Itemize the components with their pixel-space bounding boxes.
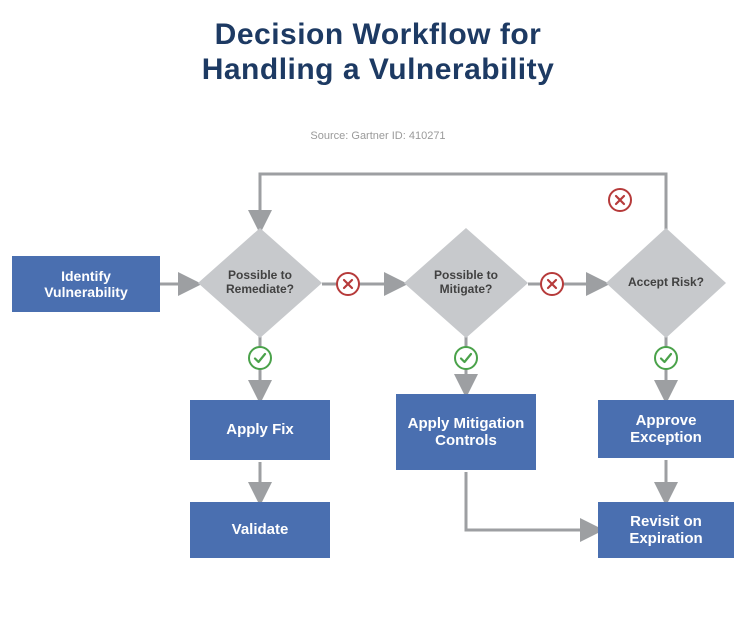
source-line: Source: Gartner ID: 410271 — [0, 130, 756, 142]
node-apply-fix-label: Apply Fix — [226, 421, 294, 438]
node-remediate-decision: Possible to Remediate? — [198, 228, 322, 338]
x-icon — [540, 272, 564, 296]
title-line-1: Decision Workflow for — [215, 18, 542, 51]
node-revisit: Revisit on Expiration — [598, 502, 734, 558]
checkmark-icon — [654, 346, 678, 370]
node-validate-label: Validate — [232, 521, 289, 538]
node-validate: Validate — [190, 502, 330, 558]
node-accept-decision: Accept Risk? — [606, 228, 726, 338]
node-revisit-label: Revisit on Expiration — [606, 513, 726, 548]
node-approve-exception: Approve Exception — [598, 400, 734, 458]
node-identify: Identify Vulnerability — [12, 256, 160, 312]
diagram-title: Decision Workflow for Handling a Vulnera… — [0, 18, 756, 87]
node-remediate-label: Possible to Remediate? — [198, 269, 322, 297]
x-icon — [336, 272, 360, 296]
checkmark-icon — [454, 346, 478, 370]
node-mitigate-decision: Possible to Mitigate? — [404, 228, 528, 338]
x-icon — [608, 188, 632, 212]
diagram-stage: Decision Workflow for Handling a Vulnera… — [0, 0, 756, 625]
node-apply-mitigation-label: Apply Mitigation Controls — [404, 415, 528, 450]
checkmark-icon — [248, 346, 272, 370]
node-mitigate-label: Possible to Mitigate? — [404, 269, 528, 297]
node-accept-label: Accept Risk? — [614, 276, 718, 290]
node-apply-fix: Apply Fix — [190, 400, 330, 460]
node-apply-mitigation: Apply Mitigation Controls — [396, 394, 536, 470]
title-line-2: Handling a Vulnerability — [202, 53, 555, 86]
node-identify-label: Identify Vulnerability — [20, 268, 152, 300]
node-approve-exception-label: Approve Exception — [606, 412, 726, 447]
